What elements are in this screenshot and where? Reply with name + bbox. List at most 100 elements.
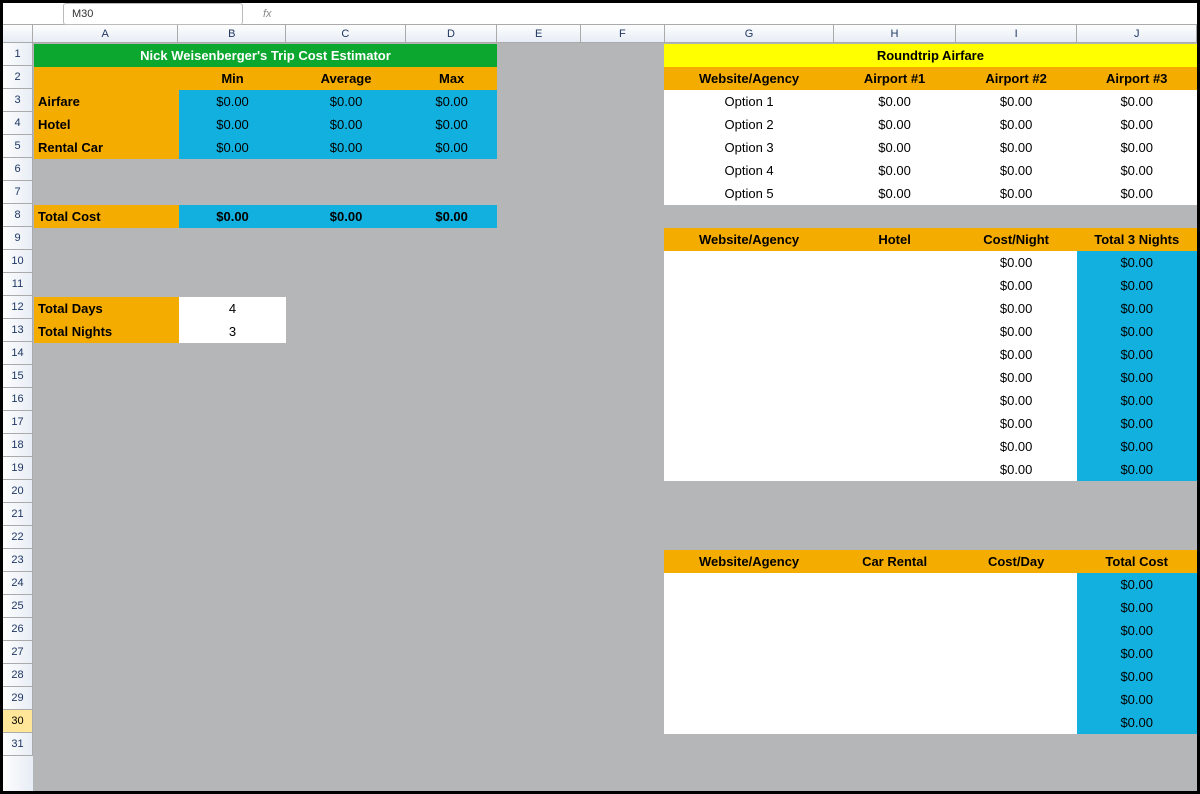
cell-B14[interactable] [179, 343, 287, 366]
cell-C24[interactable] [286, 573, 406, 596]
col-header-I[interactable]: I [956, 25, 1078, 43]
cell-F1[interactable] [581, 44, 664, 67]
cell-D13[interactable] [406, 320, 498, 343]
cell-C13[interactable] [286, 320, 406, 343]
cell-H11[interactable] [834, 274, 955, 297]
cell-D30[interactable] [406, 711, 498, 734]
cell-D6[interactable] [406, 159, 498, 182]
cell-C11[interactable] [286, 274, 406, 297]
cell-H28[interactable] [834, 665, 955, 688]
cell-G13[interactable] [664, 320, 834, 343]
cell-E13[interactable] [497, 320, 580, 343]
cell-C4[interactable]: $0.00 [286, 113, 406, 136]
cell-C23[interactable] [286, 550, 406, 573]
cell-J5[interactable]: $0.00 [1077, 136, 1197, 159]
cell-G26[interactable] [664, 619, 834, 642]
row-header-15[interactable]: 15 [3, 365, 33, 388]
cell-I4[interactable]: $0.00 [955, 113, 1077, 136]
cell-C6[interactable] [286, 159, 406, 182]
row-header-11[interactable]: 11 [3, 273, 33, 296]
cell-H18[interactable] [834, 435, 955, 458]
cell-B3[interactable]: $0.00 [179, 90, 287, 113]
cell-H29[interactable] [834, 688, 955, 711]
cell-A15[interactable] [34, 366, 179, 389]
cell-A26[interactable] [34, 619, 179, 642]
cell-E16[interactable] [497, 389, 580, 412]
cell-G21[interactable] [664, 504, 834, 527]
row-header-7[interactable]: 7 [3, 181, 33, 204]
row-header-18[interactable]: 18 [3, 434, 33, 457]
cell-G20[interactable] [664, 481, 834, 504]
cell-G2[interactable]: Website/Agency [664, 67, 834, 90]
cell-E25[interactable] [497, 596, 580, 619]
cell-J6[interactable]: $0.00 [1077, 159, 1197, 182]
cell-C5[interactable]: $0.00 [286, 136, 406, 159]
cell-G17[interactable] [664, 412, 834, 435]
row-header-14[interactable]: 14 [3, 342, 33, 365]
cell-E3[interactable] [497, 90, 580, 113]
cell-C7[interactable] [286, 182, 406, 205]
cell-G8[interactable] [664, 205, 834, 228]
cell-A9[interactable] [34, 228, 179, 251]
cell-G16[interactable] [664, 389, 834, 412]
cell-F21[interactable] [581, 504, 664, 527]
cell-I11[interactable]: $0.00 [955, 274, 1077, 297]
cell-C28[interactable] [286, 665, 406, 688]
cell-D4[interactable]: $0.00 [406, 113, 498, 136]
cell-C2[interactable]: Average [286, 67, 406, 90]
cell-A11[interactable] [34, 274, 179, 297]
cell-J9[interactable]: Total 3 Nights [1077, 228, 1197, 251]
cell-E24[interactable] [497, 573, 580, 596]
cell-B23[interactable] [179, 550, 287, 573]
cell-B15[interactable] [179, 366, 287, 389]
cell-J14[interactable]: $0.00 [1077, 343, 1197, 366]
cell-A2[interactable] [34, 67, 179, 90]
cell-B21[interactable] [179, 504, 287, 527]
cell-E29[interactable] [497, 688, 580, 711]
cell-E8[interactable] [497, 205, 580, 228]
cell-H25[interactable] [834, 596, 955, 619]
cell-H14[interactable] [834, 343, 955, 366]
cell-I31[interactable] [955, 734, 1077, 757]
cell-I17[interactable]: $0.00 [955, 412, 1077, 435]
cell-F16[interactable] [581, 389, 664, 412]
cell-F6[interactable] [581, 159, 664, 182]
cell-A17[interactable] [34, 412, 179, 435]
cell-I30[interactable] [955, 711, 1077, 734]
cell-F15[interactable] [581, 366, 664, 389]
cell-I21[interactable] [955, 504, 1077, 527]
cell-B16[interactable] [179, 389, 287, 412]
cell-A3[interactable]: Airfare [34, 90, 179, 113]
cell-B9[interactable] [179, 228, 287, 251]
cell-J26[interactable]: $0.00 [1077, 619, 1197, 642]
cell-I18[interactable]: $0.00 [955, 435, 1077, 458]
cell-I12[interactable]: $0.00 [955, 297, 1077, 320]
cell-J17[interactable]: $0.00 [1077, 412, 1197, 435]
cell-J30[interactable]: $0.00 [1077, 711, 1197, 734]
cell-G6[interactable]: Option 4 [664, 159, 834, 182]
cell-F28[interactable] [581, 665, 664, 688]
cell-A21[interactable] [34, 504, 179, 527]
cell-A22[interactable] [34, 527, 179, 550]
cell-F31[interactable] [581, 734, 664, 757]
cell-J25[interactable]: $0.00 [1077, 596, 1197, 619]
cell-I6[interactable]: $0.00 [955, 159, 1077, 182]
cell-A27[interactable] [34, 642, 179, 665]
cell-A19[interactable] [34, 458, 179, 481]
cell-F10[interactable] [581, 251, 664, 274]
name-box[interactable]: M30 [63, 3, 243, 25]
cell-J8[interactable] [1077, 205, 1197, 228]
row-header-29[interactable]: 29 [3, 687, 33, 710]
cell-F2[interactable] [581, 67, 664, 90]
cell-F11[interactable] [581, 274, 664, 297]
cell-G15[interactable] [664, 366, 834, 389]
cell-D25[interactable] [406, 596, 498, 619]
cell-D19[interactable] [406, 458, 498, 481]
cell-F5[interactable] [581, 136, 664, 159]
cell-H13[interactable] [834, 320, 955, 343]
cell-I28[interactable] [955, 665, 1077, 688]
col-header-D[interactable]: D [406, 25, 498, 43]
cell-H2[interactable]: Airport #1 [834, 67, 955, 90]
cell-C10[interactable] [286, 251, 406, 274]
cell-J7[interactable]: $0.00 [1077, 182, 1197, 205]
